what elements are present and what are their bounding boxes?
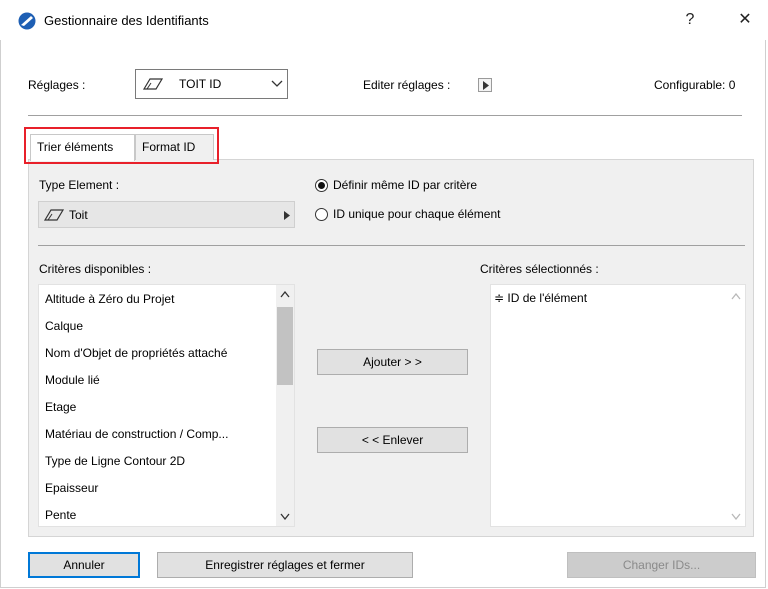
list-item[interactable]: Pente xyxy=(45,508,76,522)
available-scrollbar[interactable] xyxy=(276,285,294,526)
close-button[interactable]: ✕ xyxy=(730,8,760,32)
configurable-count: Configurable: 0 xyxy=(654,78,736,92)
type-element-label: Type Element : xyxy=(39,178,120,192)
radio-same-id-button[interactable] xyxy=(315,179,328,192)
radio-unique-id-button[interactable] xyxy=(315,208,328,221)
radio-unique-id-label: ID unique pour chaque élément xyxy=(333,207,501,221)
list-item[interactable]: Module lié xyxy=(45,373,100,387)
edit-settings-label: Editer réglages : xyxy=(363,78,451,92)
settings-label: Réglages : xyxy=(28,78,86,92)
list-item[interactable]: Nom d'Objet de propriétés attaché xyxy=(45,346,227,360)
add-button[interactable]: Ajouter > > xyxy=(317,349,468,375)
settings-dropdown[interactable]: TOIT ID xyxy=(135,69,288,99)
criteria-divider xyxy=(38,245,745,246)
selected-criteria-list[interactable]: ≑ ID de l'élément xyxy=(490,284,746,527)
list-item[interactable]: Matériau de construction / Comp... xyxy=(45,427,228,441)
edit-settings-button[interactable] xyxy=(478,78,492,92)
settings-dropdown-value: TOIT ID xyxy=(179,77,222,91)
list-item[interactable]: Altitude à Zéro du Projet xyxy=(45,292,174,306)
change-ids-button[interactable]: Changer IDs... xyxy=(567,552,756,578)
help-button[interactable]: ? xyxy=(675,8,705,32)
available-scrollbar-thumb[interactable] xyxy=(277,307,293,385)
available-criteria-label: Critères disponibles : xyxy=(39,262,152,276)
radio-unique-id[interactable]: ID unique pour chaque élément xyxy=(315,207,615,223)
chevron-down-icon xyxy=(271,80,283,87)
roof-tool-icon xyxy=(142,78,164,90)
scroll-down-icon[interactable] xyxy=(280,513,290,520)
chevron-right-icon xyxy=(284,211,290,220)
cancel-button[interactable]: Annuler xyxy=(28,552,140,578)
radio-same-id[interactable]: Définir même ID par critère xyxy=(315,178,615,194)
selected-criteria-label: Critères sélectionnés : xyxy=(480,262,599,276)
header-divider xyxy=(28,115,742,116)
title-bar: Gestionnaire des Identifiants ? ✕ xyxy=(0,0,768,40)
scroll-down-icon[interactable] xyxy=(731,513,741,520)
play-icon xyxy=(483,81,489,90)
tabs-highlight-box xyxy=(24,127,219,164)
remove-button[interactable]: < < Enlever xyxy=(317,427,468,453)
selected-scrollbar[interactable] xyxy=(727,285,745,526)
type-element-selector[interactable]: Toit xyxy=(38,201,295,228)
roof-tool-icon xyxy=(43,209,65,221)
list-item[interactable]: Epaisseur xyxy=(45,481,98,495)
window-title: Gestionnaire des Identifiants xyxy=(44,13,209,28)
radio-same-id-label: Définir même ID par critère xyxy=(333,178,478,192)
list-item[interactable]: Type de Ligne Contour 2D xyxy=(45,454,185,468)
scroll-up-icon[interactable] xyxy=(731,293,741,300)
available-criteria-list[interactable]: Altitude à Zéro du Projet Calque Nom d'O… xyxy=(38,284,295,527)
list-item[interactable]: ≑ ID de l'élément xyxy=(494,291,587,305)
type-element-value: Toit xyxy=(69,208,88,222)
list-item[interactable]: Calque xyxy=(45,319,83,333)
app-logo-icon xyxy=(18,12,36,30)
save-and-close-button[interactable]: Enregistrer réglages et fermer xyxy=(157,552,413,578)
scroll-up-icon[interactable] xyxy=(280,291,290,298)
list-item[interactable]: Etage xyxy=(45,400,76,414)
